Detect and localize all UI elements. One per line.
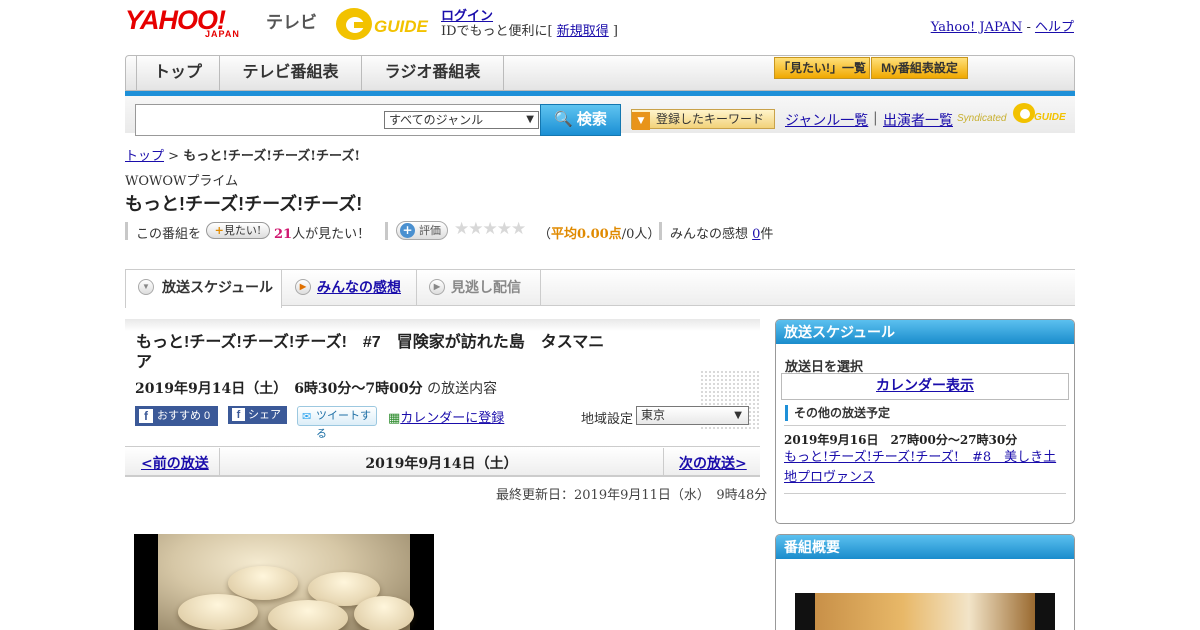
signup-link[interactable]: 新規取得 <box>557 24 609 39</box>
triangle-down-icon: ▼ <box>526 114 534 125</box>
comment-count: みんなの感想 0件 <box>670 227 774 242</box>
divider <box>385 222 388 240</box>
play-circle-icon: ▶ <box>429 279 445 295</box>
syndicated-label: Syndicated <box>957 113 1007 124</box>
divider <box>659 222 662 240</box>
yahoo-japan-logo-text: JAPAN <box>205 29 240 39</box>
calendar-register: ▦カレンダーに登録 <box>388 407 504 426</box>
program-tabs: ▼ 放送スケジュール ▶ みんなの感想 ▶ 見逃し配信 <box>125 269 1075 308</box>
region-label: 地域設定 <box>581 412 634 427</box>
other-broadcasts-label: その他の放送予定 <box>785 405 1067 421</box>
mitai-prefix: この番組を <box>136 227 202 242</box>
calendar-display-button[interactable]: カレンダー表示 <box>781 373 1069 400</box>
schedule-box-header: 放送スケジュール <box>776 320 1074 344</box>
separator: | <box>873 110 878 126</box>
login-subtext: IDでもっと便利に[ 新規取得 ] <box>441 24 618 39</box>
gguide-small-logo: GUIDE <box>1013 103 1066 123</box>
region-select[interactable]: 東京 ▼ <box>636 406 749 425</box>
star-rating: ★★★★★ <box>454 219 526 239</box>
overview-box-header: 番組概要 <box>776 535 1074 559</box>
cast-list-link[interactable]: 出演者一覧 <box>883 110 953 130</box>
tv-logo-text[interactable]: テレビ <box>266 8 317 33</box>
play-circle-icon: ▶ <box>295 279 311 295</box>
nav-tab-top[interactable]: トップ <box>136 56 220 90</box>
nav-tab-tv-listings[interactable]: テレビ番組表 <box>220 56 362 90</box>
help-link[interactable]: ヘルプ <box>1035 20 1074 35</box>
calendar-icon: ▦ <box>388 411 401 426</box>
top-right-links: Yahoo! JAPAN - ヘルプ <box>930 20 1074 35</box>
breadcrumb: トップ > もっと!チーズ!チーズ!チーズ! <box>125 149 361 164</box>
program-title: もっと!チーズ!チーズ!チーズ! <box>125 194 363 214</box>
genre-select[interactable]: すべてのジャンル ▼ <box>384 111 539 129</box>
triangle-down-icon: ▼ <box>138 279 154 295</box>
episode-image <box>134 534 434 630</box>
current-broadcast-date: 2019年9月14日（土） <box>365 456 518 472</box>
facebook-share-button[interactable]: シェア <box>228 406 287 424</box>
breadcrumb-top-link[interactable]: トップ <box>125 149 164 164</box>
plus-icon: + <box>214 224 224 237</box>
divider <box>784 425 1066 426</box>
gguide-logo[interactable]: GUIDE <box>334 6 432 42</box>
other-broadcast-link[interactable]: もっと!チーズ!チーズ!チーズ! #8 美しき土地プロヴァンス <box>784 448 1068 488</box>
genre-list-link[interactable]: ジャンル一覧 <box>785 110 868 130</box>
triangle-down-icon: ▼ <box>734 410 742 421</box>
tab-schedule[interactable]: ▼ 放送スケジュール <box>125 270 282 308</box>
divider <box>663 448 664 476</box>
nav-tab-radio-listings[interactable]: ラジオ番組表 <box>362 56 504 90</box>
my-listings-settings-button[interactable]: My番組表設定 <box>871 57 968 79</box>
divider <box>125 222 128 240</box>
mitai-list-button[interactable]: 「見たい!」一覧 <box>774 57 870 79</box>
rate-button[interactable]: + 評価 <box>396 221 448 240</box>
facebook-recommend-button[interactable]: おすすめ 0 <box>135 406 218 426</box>
breadcrumb-current: もっと!チーズ!チーズ!チーズ! <box>183 149 361 164</box>
calendar-register-link[interactable]: カレンダーに登録 <box>400 411 504 426</box>
svg-text:GUIDE: GUIDE <box>374 17 429 36</box>
mitai-count: 21人が見たい！ <box>274 227 371 242</box>
overview-image <box>795 593 1055 630</box>
other-broadcast-date: 2019年9月16日 27時00分～27時30分 <box>784 433 1018 447</box>
tab-reviews[interactable]: ▶ みんなの感想 <box>283 270 417 306</box>
average-rating: （平均0.00点/0人） <box>538 227 661 242</box>
triangle-down-icon: ▼ <box>632 112 650 130</box>
tweet-button[interactable]: ツイートする <box>297 406 377 440</box>
registered-keywords-button[interactable]: ▼ 登録したキーワード <box>631 109 775 130</box>
calendar-display-link[interactable]: カレンダー表示 <box>876 378 974 394</box>
episode-broadcast-date: 2019年9月14日（土） 6時30分～7時00分 の放送内容 <box>135 381 498 397</box>
plus-icon: + <box>400 223 415 238</box>
search-icon: 🔍 <box>554 111 573 128</box>
previous-broadcast-link[interactable]: <前の放送 <box>141 453 209 473</box>
main-nav: トップ テレビ番組表 ラジオ番組表 「見たい!」一覧 My番組表設定 <box>125 55 1075 91</box>
divider <box>784 493 1066 494</box>
search-button[interactable]: 🔍 検索 <box>540 104 621 136</box>
yahoo-japan-link[interactable]: Yahoo! JAPAN <box>931 20 1023 35</box>
tab-streaming[interactable]: ▶ 見逃し配信 <box>417 270 541 306</box>
svg-text:GUIDE: GUIDE <box>1034 112 1066 123</box>
episode-title: もっと!チーズ!チーズ!チーズ! #7 冒険家が訪れた島 タスマニア <box>136 334 605 371</box>
channel-name: WOWOWプライム <box>125 174 239 189</box>
mitai-button[interactable]: +見たい! <box>206 222 270 239</box>
next-broadcast-link[interactable]: 次の放送> <box>679 453 747 473</box>
last-updated: 最終更新日：2019年9月11日（水） 9時48分 <box>496 488 768 503</box>
